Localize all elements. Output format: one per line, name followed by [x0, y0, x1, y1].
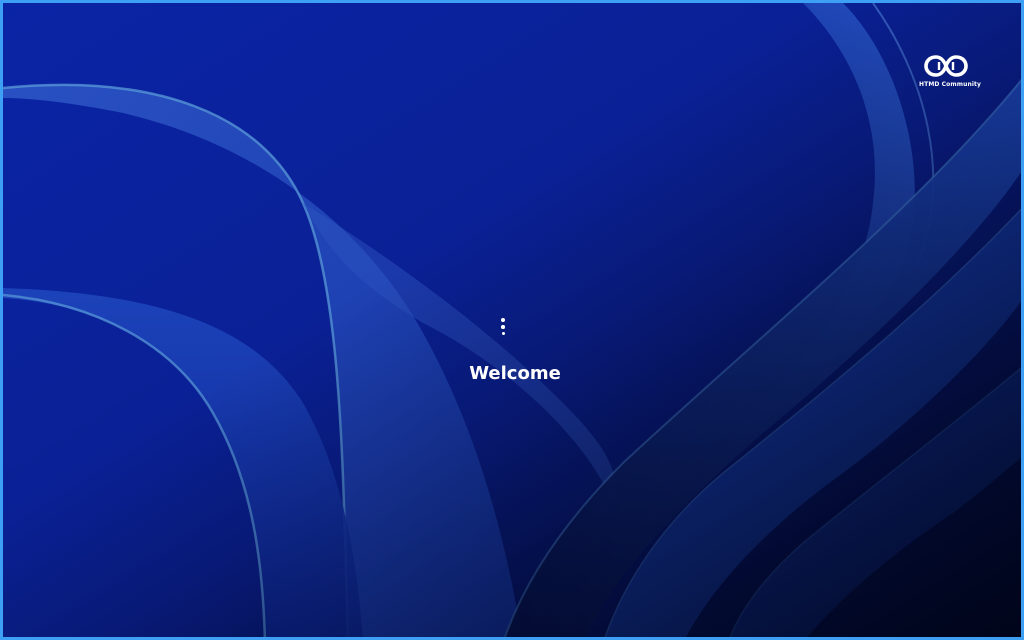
- htmd-infinity-logo-icon: [924, 55, 968, 77]
- logo-text: HTMD Community: [919, 81, 981, 88]
- welcome-screen: HTMD Community Welcome: [0, 0, 1024, 640]
- loading-dots-icon: [498, 316, 508, 340]
- htmd-community-logo: HTMD Community: [919, 53, 981, 88]
- bloom-wallpaper: [3, 3, 1021, 637]
- welcome-message: Welcome: [469, 363, 561, 384]
